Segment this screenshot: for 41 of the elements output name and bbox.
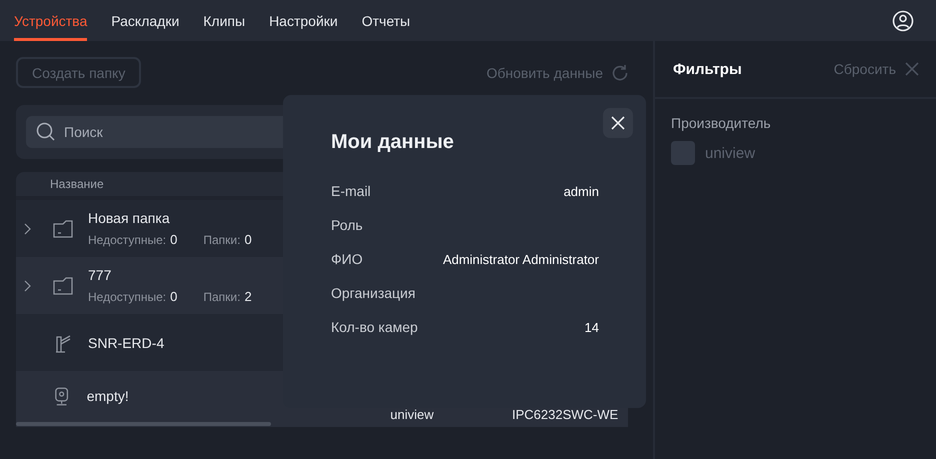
- chevron-icon[interactable]: [24, 222, 32, 234]
- row-name: SNR-ERD-4: [88, 334, 164, 350]
- chevron-icon[interactable]: [24, 280, 32, 292]
- close-icon: [610, 115, 626, 131]
- filter-section-title: Производитель: [671, 115, 772, 131]
- folder-icon: [52, 218, 74, 240]
- field-label: Организация: [331, 285, 416, 301]
- field-label: ФИО: [331, 251, 363, 267]
- manufacturer-cell-text: uniview: [390, 406, 435, 422]
- unavailable-count: Недоступные: 0: [88, 289, 178, 304]
- field-label: Роль: [331, 217, 363, 233]
- refresh-icon: [611, 64, 629, 82]
- nav-tab[interactable]: Раскладки: [111, 0, 180, 41]
- nav-tab[interactable]: Отчеты: [362, 0, 410, 41]
- nav-tab[interactable]: Настройки: [269, 0, 338, 41]
- field-value: admin: [564, 184, 599, 198]
- checkbox-label: uniview: [705, 144, 756, 162]
- unavailable-count: Недоступные: 0: [88, 232, 178, 247]
- close-button[interactable]: [603, 108, 633, 138]
- column-header: Название: [50, 177, 104, 191]
- row-name: 777: [88, 267, 112, 283]
- profile-icon[interactable]: [892, 10, 914, 32]
- nav-tab[interactable]: Устройства: [14, 0, 88, 41]
- search-icon: [36, 122, 56, 142]
- row-name: Новая папка: [88, 210, 170, 226]
- search-input[interactable]: Поиск: [62, 123, 247, 141]
- filters-title: Фильтры: [673, 60, 742, 78]
- close-icon: [904, 61, 920, 77]
- folder-count: Папки: 0: [203, 232, 252, 247]
- field-value: 14: [584, 320, 599, 334]
- row-name: empty!: [86, 388, 129, 404]
- scrollbar-thumb[interactable]: [16, 422, 271, 426]
- field-value: Administrator Administrator: [442, 252, 599, 266]
- model-cell-text: IPC6232SWC-WE: [512, 406, 620, 422]
- checkbox[interactable]: [671, 141, 695, 165]
- field-label: Кол-во камер: [331, 319, 418, 335]
- folder-icon: [52, 274, 74, 296]
- field-label: E-mail: [331, 183, 371, 199]
- folder-count: Папки: 2: [203, 289, 252, 304]
- nav-tab[interactable]: Клипы: [203, 0, 246, 41]
- dialog-title: Мои данные: [331, 131, 455, 154]
